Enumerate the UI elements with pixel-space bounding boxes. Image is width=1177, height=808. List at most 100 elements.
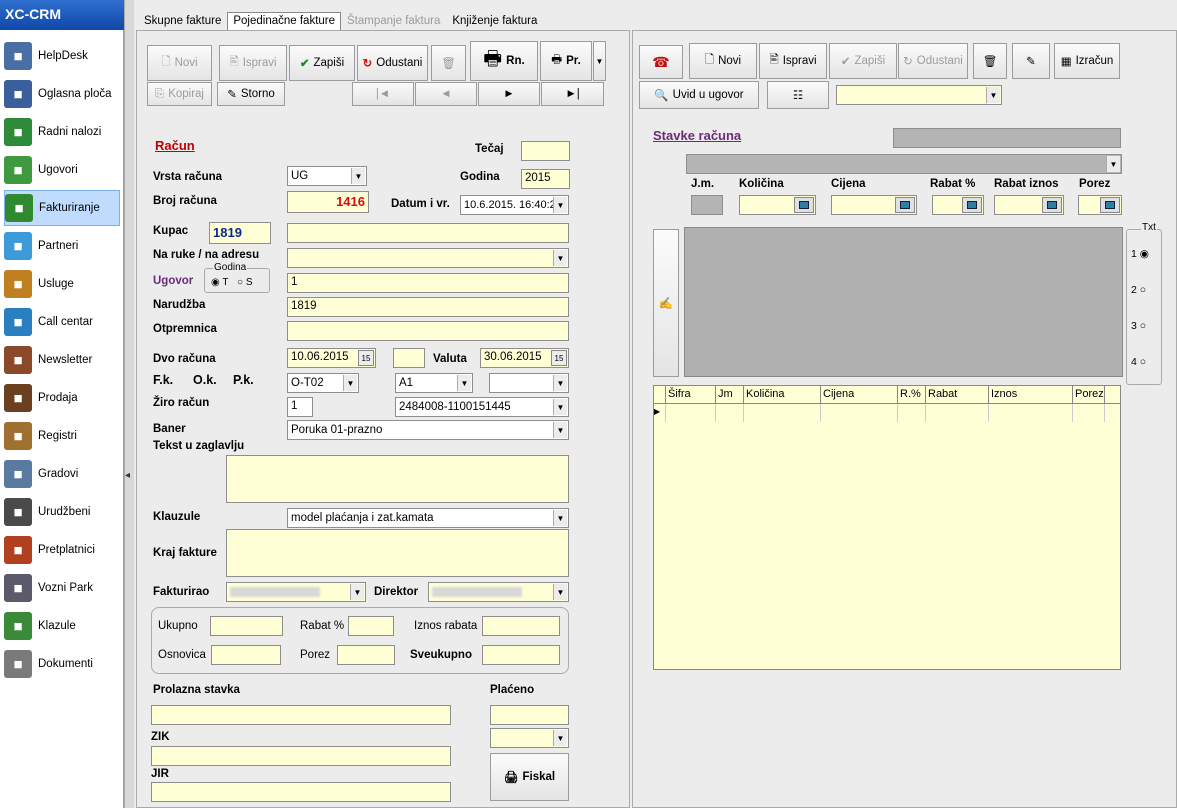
radio-txt-4[interactable]: 4 ○ (1131, 356, 1146, 368)
col-kolicina[interactable]: Količina (744, 386, 821, 403)
items-wand-button[interactable]: ✎ (1012, 43, 1050, 79)
zapisi-button[interactable]: ✔ Zapiši (289, 45, 355, 81)
radio-txt-2[interactable]: 2 ○ (1131, 284, 1146, 296)
storno-button[interactable]: ✎ Storno (217, 82, 285, 106)
radio-s[interactable]: ○ S (237, 277, 253, 288)
rabat-iznos-field[interactable] (994, 195, 1064, 215)
jm-field[interactable] (691, 195, 723, 215)
fk-select[interactable]: O-T02 ▼ (287, 373, 359, 393)
kraj-fakture-field[interactable] (226, 529, 569, 577)
print-dropdown-button[interactable]: ▼ (593, 41, 606, 81)
sveukupno-field[interactable] (482, 645, 560, 665)
col-iznos[interactable]: Iznos (989, 386, 1073, 403)
direktor-select[interactable]: ▼ (428, 582, 569, 602)
tab-pojedinacne-fakture[interactable]: Pojedinačne fakture (227, 12, 342, 30)
placeno-field[interactable] (490, 705, 569, 725)
sidebar-item-prodaja[interactable]: ■ Prodaja (4, 380, 120, 416)
tab-knjizenje-faktura[interactable]: Knjiženje faktura (446, 12, 543, 30)
vrsta-racuna-select[interactable]: UG ▼ (287, 166, 367, 186)
sidebar-item-urudžbeni[interactable]: ■ Urudžbeni (4, 494, 120, 530)
narudzba-field[interactable]: 1819 (287, 297, 569, 317)
calendar-icon[interactable]: 15 (358, 350, 374, 366)
fakturirao-select[interactable]: ▼ (226, 582, 366, 602)
zik-field[interactable] (151, 746, 451, 766)
radio-txt-3[interactable]: 3 ○ (1131, 320, 1146, 332)
porez-field[interactable] (337, 645, 395, 665)
items-grid[interactable]: Šifra Jm Količina Cijena R.% Rabat Iznos… (653, 385, 1121, 670)
delete-button[interactable]: 🗑 (431, 45, 466, 81)
ugovor-field[interactable]: 1 (287, 273, 569, 293)
col-cijena[interactable]: Cijena (821, 386, 898, 403)
calculator-icon[interactable] (1042, 197, 1062, 213)
kupac-name-field[interactable] (287, 223, 569, 243)
collapse-arrow-icon[interactable]: ◂ (125, 470, 130, 481)
jir-field[interactable] (151, 782, 451, 802)
sidebar-item-registri[interactable]: ■ Registri (4, 418, 120, 454)
sidebar-item-newsletter[interactable]: ■ Newsletter (4, 342, 120, 378)
sidebar-item-partneri[interactable]: ■ Partneri (4, 228, 120, 264)
edit-text-button[interactable]: ✍ (653, 229, 679, 377)
item-text-area[interactable] (684, 227, 1123, 377)
calculator-icon[interactable] (1100, 197, 1120, 213)
ispravi-button[interactable]: 🖹 Ispravi (219, 45, 287, 81)
tab-stampanje-faktura[interactable]: Štampanje faktura (341, 12, 446, 30)
nav-next-button[interactable]: ► (478, 82, 540, 106)
sidebar-item-radni-nalozi[interactable]: ■ Radni nalozi (4, 114, 120, 150)
sidebar-item-klazule[interactable]: ■ Klazule (4, 608, 120, 644)
tecaj-field[interactable] (521, 141, 570, 161)
ok-select[interactable]: A1 ▼ (395, 373, 473, 393)
porez-input[interactable] (1078, 195, 1122, 215)
kopiraj-button[interactable]: ⎘ Kopiraj (147, 82, 212, 106)
datum-picker[interactable]: 10.6.2015. 16:40:2 ▼ (460, 195, 569, 215)
table-row[interactable]: ▶ (654, 404, 1120, 422)
ukupno-field[interactable] (210, 616, 283, 636)
ziro-select[interactable]: 2484008-1100151445 ▼ (395, 397, 569, 417)
calculator-icon[interactable] (895, 197, 915, 213)
otpremnica-field[interactable] (287, 321, 569, 341)
nav-last-button[interactable]: ►| (541, 82, 604, 106)
sidebar-item-gradovi[interactable]: ■ Gradovi (4, 456, 120, 492)
items-ispravi-button[interactable]: 🖹 Ispravi (759, 43, 827, 79)
calculator-icon[interactable] (962, 197, 982, 213)
kolicina-field[interactable] (739, 195, 816, 215)
prolazna-stavka-field[interactable] (151, 705, 451, 725)
dvo-extra-field[interactable] (393, 348, 425, 368)
radio-txt-1[interactable]: 1 ◉ (1131, 248, 1149, 260)
print-rn-button[interactable]: 🖶 Rn. (470, 41, 538, 81)
valuta-date-field[interactable]: 30.06.2015 15 (480, 348, 569, 368)
nav-first-button[interactable]: |◄ (352, 82, 414, 106)
calendar-icon[interactable]: 15 (551, 350, 567, 366)
items-odustani-button[interactable]: ↻ Odustani (898, 43, 968, 79)
phone-button[interactable]: ☎ (639, 45, 683, 79)
sidebar-item-ugovori[interactable]: ■ Ugovori (4, 152, 120, 188)
sidebar-item-helpdesk[interactable]: ■ HelpDesk (4, 38, 120, 74)
broj-racuna-field[interactable]: 1416 (287, 191, 369, 213)
sidebar-item-fakturiranje[interactable]: ■ Fakturiranje (4, 190, 120, 226)
uvid-u-ugovor-button[interactable]: 🔍 Uvid u ugovor (639, 81, 759, 109)
sidebar-item-dokumenti[interactable]: ■ Dokumenti (4, 646, 120, 682)
baner-select[interactable]: Poruka 01-prazno ▼ (287, 420, 569, 440)
print-pr-button[interactable]: 🖶 Pr. (540, 41, 592, 81)
tree-view-button[interactable]: ☷ (767, 81, 829, 109)
dvo-date-field[interactable]: 10.06.2015 15 (287, 348, 376, 368)
kupac-id-field[interactable]: 1819 (209, 222, 271, 244)
calculator-icon[interactable] (794, 197, 814, 213)
na-ruke-select[interactable]: ▼ (287, 248, 569, 268)
sidebar-item-oglasna-ploča[interactable]: ■ Oglasna ploča (4, 76, 120, 112)
sidebar-splitter[interactable] (124, 0, 134, 808)
col-rabat[interactable]: Rabat (926, 386, 989, 403)
sidebar-item-vozni-park[interactable]: ■ Vozni Park (4, 570, 120, 606)
col-jm[interactable]: Jm (716, 386, 744, 403)
sidebar-item-pretplatnici[interactable]: ■ Pretplatnici (4, 532, 120, 568)
novi-button[interactable]: 🗋 Novi (147, 45, 212, 81)
items-zapisi-button[interactable]: ✔ Zapiši (829, 43, 897, 79)
tab-skupne-fakture[interactable]: Skupne fakture (138, 12, 227, 30)
ziro-num-field[interactable]: 1 (287, 397, 313, 417)
izracun-button[interactable]: ▦ Izračun (1054, 43, 1120, 79)
radio-t[interactable]: ◉ T (211, 277, 228, 288)
fiskal-button[interactable]: 🖨 Fiskal (490, 753, 569, 801)
klauzule-select[interactable]: model plaćanja i zat.kamata ▼ (287, 508, 569, 528)
placeno-select[interactable]: ▼ (490, 728, 569, 748)
iznos-rabata-field[interactable] (482, 616, 560, 636)
items-delete-button[interactable]: 🗑 (973, 43, 1007, 79)
